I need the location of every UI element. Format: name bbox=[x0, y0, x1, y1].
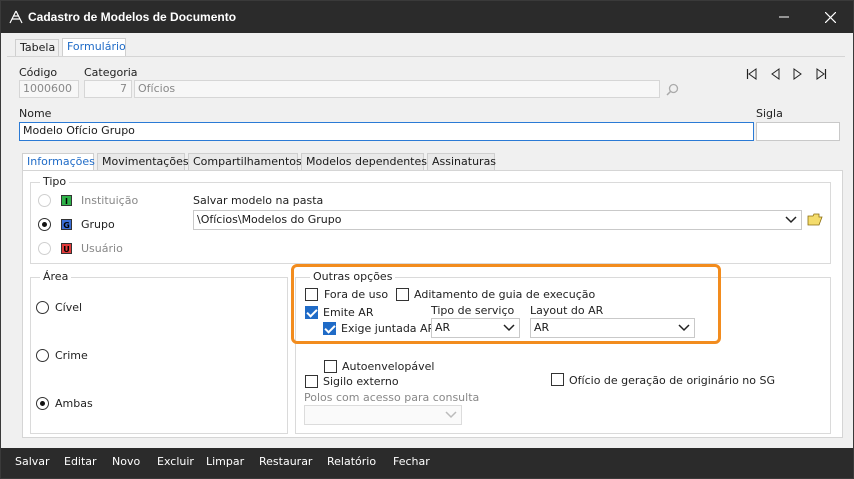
relatorio-button[interactable]: Relatório bbox=[327, 455, 376, 468]
tipo-instituicao-label: Instituição bbox=[81, 194, 139, 207]
categoria-name-field[interactable]: Ofícios bbox=[134, 80, 660, 98]
area-civel-radio[interactable] bbox=[36, 301, 49, 314]
oficio-geracao-checkbox[interactable] bbox=[551, 373, 564, 386]
area-civel-label: Cível bbox=[55, 301, 83, 314]
minimize-button[interactable] bbox=[761, 1, 807, 33]
pasta-select[interactable]: \Ofícios\Modelos do Grupo bbox=[193, 210, 802, 230]
chevron-down-icon bbox=[445, 411, 457, 419]
tab-formulario[interactable]: Formulário bbox=[62, 38, 126, 56]
app-logo-icon bbox=[9, 10, 23, 24]
categoria-code-field[interactable]: 7 bbox=[84, 80, 132, 98]
next-record-icon[interactable] bbox=[791, 68, 803, 80]
close-button[interactable] bbox=[807, 1, 853, 33]
highlight-box bbox=[291, 264, 721, 344]
subtab-label: Informações bbox=[27, 155, 95, 168]
folder-icon[interactable] bbox=[807, 211, 823, 227]
area-crime-label: Crime bbox=[55, 349, 88, 362]
subtab-compartilhamentos[interactable]: Compartilhamentos bbox=[188, 153, 302, 171]
salvar-button[interactable]: Salvar bbox=[15, 455, 50, 468]
editar-button[interactable]: Editar bbox=[64, 455, 97, 468]
subtab-informacoes[interactable]: Informações bbox=[22, 153, 95, 171]
usuario-badge: U bbox=[61, 243, 72, 254]
excluir-button[interactable]: Excluir bbox=[157, 455, 194, 468]
codigo-field[interactable]: 1000600 bbox=[19, 80, 79, 98]
autoenvelopavel-label: Autoenvelopável bbox=[342, 360, 435, 373]
polos-select[interactable] bbox=[304, 405, 462, 425]
nome-input[interactable]: Modelo Ofício Grupo bbox=[19, 122, 754, 141]
instituicao-badge: I bbox=[61, 195, 72, 206]
sigilo-externo-checkbox[interactable] bbox=[305, 375, 318, 388]
categoria-label: Categoria bbox=[84, 66, 138, 79]
subtab-label: Movimentações bbox=[102, 155, 189, 168]
sigilo-externo-label: Sigilo externo bbox=[323, 375, 399, 388]
area-ambas-radio[interactable] bbox=[36, 397, 49, 410]
grupo-badge: G bbox=[61, 219, 72, 230]
minimize-icon bbox=[779, 16, 789, 18]
last-record-icon[interactable] bbox=[815, 68, 827, 80]
subtab-label: Compartilhamentos bbox=[193, 155, 302, 168]
subtab-modelos-dependentes[interactable]: Modelos dependentes bbox=[301, 153, 427, 171]
tipo-usuario-radio[interactable] bbox=[38, 242, 51, 255]
tab-formulario-label: Formulário bbox=[67, 40, 126, 53]
fechar-button[interactable]: Fechar bbox=[393, 455, 430, 468]
pasta-label: Salvar modelo na pasta bbox=[193, 194, 324, 207]
tipo-grupo-radio[interactable] bbox=[38, 218, 51, 231]
area-label: Área bbox=[40, 270, 72, 283]
limpar-button[interactable]: Limpar bbox=[206, 455, 244, 468]
previous-record-icon[interactable] bbox=[770, 68, 782, 80]
tab-tabela-label: Tabela bbox=[20, 41, 56, 54]
tipo-instituicao-radio[interactable] bbox=[38, 194, 51, 207]
oficio-geracao-label: Ofício de geração de originário no SG bbox=[569, 374, 776, 387]
tipo-label: Tipo bbox=[40, 175, 70, 188]
main-window: Cadastro de Modelos de Documento Tabela … bbox=[0, 0, 854, 479]
codigo-label: Código bbox=[19, 66, 58, 79]
window-title: Cadastro de Modelos de Documento bbox=[28, 10, 237, 24]
first-record-icon[interactable] bbox=[746, 68, 758, 80]
sigla-input[interactable] bbox=[756, 122, 840, 141]
tipo-usuario-label: Usuário bbox=[81, 242, 123, 255]
subtab-label: Modelos dependentes bbox=[306, 155, 427, 168]
title-bar: Cadastro de Modelos de Documento bbox=[1, 1, 853, 33]
chevron-down-icon bbox=[785, 216, 797, 224]
search-icon[interactable] bbox=[666, 83, 679, 96]
restaurar-button[interactable]: Restaurar bbox=[259, 455, 312, 468]
polos-label: Polos com acesso para consulta bbox=[304, 391, 480, 404]
subtab-label: Assinaturas bbox=[432, 155, 497, 168]
autoenvelopavel-checkbox[interactable] bbox=[324, 360, 337, 373]
bottom-toolbar: Salvar Editar Novo Excluir Limpar Restau… bbox=[1, 448, 853, 478]
subtab-assinaturas[interactable]: Assinaturas bbox=[427, 153, 497, 171]
subtab-movimentacoes[interactable]: Movimentações bbox=[97, 153, 189, 171]
area-ambas-label: Ambas bbox=[55, 397, 93, 410]
sigla-label: Sigla bbox=[756, 107, 783, 120]
tab-tabela[interactable]: Tabela bbox=[15, 39, 59, 57]
close-icon bbox=[824, 11, 836, 24]
nome-label: Nome bbox=[19, 107, 52, 120]
area-crime-radio[interactable] bbox=[36, 349, 49, 362]
pasta-value: \Ofícios\Modelos do Grupo bbox=[197, 213, 342, 226]
novo-button[interactable]: Novo bbox=[112, 455, 140, 468]
tipo-grupo-label: Grupo bbox=[81, 218, 115, 231]
tab-divider bbox=[7, 56, 845, 57]
